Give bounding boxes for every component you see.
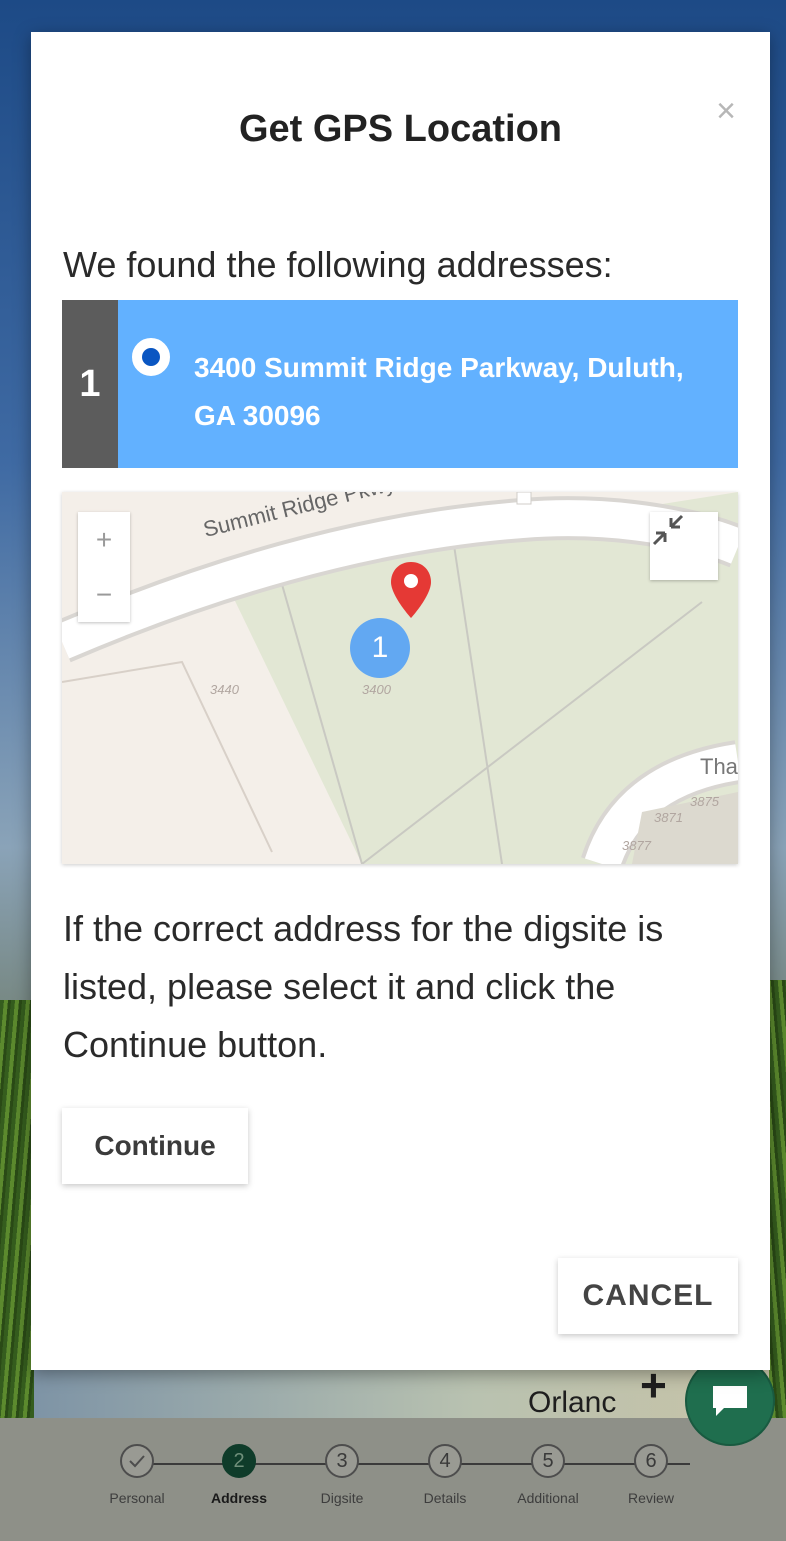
step-digsite[interactable]: 3 Digsite [302, 1444, 382, 1506]
chat-icon [713, 1386, 747, 1416]
step-label: Additional [517, 1490, 579, 1506]
step-number: 3 [325, 1444, 359, 1478]
close-icon[interactable]: × [711, 94, 741, 128]
step-label: Review [628, 1490, 674, 1506]
parcel-label: 3871 [654, 810, 683, 825]
parcel-label: 3875 [690, 794, 719, 809]
step-label: Personal [109, 1490, 165, 1506]
address-index: 1 [62, 300, 118, 468]
step-number: 4 [428, 1444, 462, 1478]
continue-button[interactable]: Continue [62, 1108, 248, 1184]
radio-selected-dot [142, 348, 160, 366]
parcel-label: 3400 [362, 682, 391, 697]
parcel-label: 3877 [622, 838, 651, 853]
step-personal[interactable]: Personal [97, 1444, 177, 1506]
map-cluster-marker[interactable]: 1 [350, 618, 410, 678]
checkmark-icon [120, 1444, 154, 1478]
address-option-1[interactable]: 1 3400 Summit Ridge Parkway, Duluth, GA … [62, 300, 738, 468]
step-label: Address [210, 1490, 268, 1506]
background-grass-left [0, 1000, 34, 1420]
step-number: 5 [531, 1444, 565, 1478]
instructions-text: If the correct address for the digsite i… [63, 908, 664, 1065]
fullscreen-toggle-button[interactable] [650, 512, 718, 580]
cancel-button[interactable]: CANCEL [558, 1258, 738, 1334]
background-grass-right [768, 980, 786, 1420]
background-city-label: Orlanc [528, 1386, 617, 1419]
collapse-fullscreen-icon [652, 514, 684, 546]
address-text: 3400 Summit Ridge Parkway, Duluth, GA 30… [194, 352, 684, 431]
map-canvas [62, 492, 738, 864]
modal-title: Get GPS Location [238, 108, 563, 150]
address-map[interactable]: Summit Ridge Pkwy 3440 3400 3871 3875 38… [62, 492, 738, 864]
step-label: Details [423, 1490, 467, 1506]
address-radio[interactable] [132, 338, 170, 376]
step-review[interactable]: 6 Review [611, 1444, 691, 1506]
map-street-label: Tha [700, 754, 738, 779]
found-addresses-text: We found the following addresses: [63, 244, 613, 285]
zoom-out-button[interactable]: − [78, 567, 130, 622]
step-label: Digsite [320, 1490, 364, 1506]
map-zoom-control: + − [78, 512, 130, 622]
step-number: 6 [634, 1444, 668, 1478]
zoom-in-button[interactable]: + [78, 512, 130, 567]
step-additional[interactable]: 5 Additional [508, 1444, 588, 1506]
step-number: 2 [222, 1444, 256, 1478]
step-address[interactable]: 2 Address [199, 1444, 279, 1506]
parcel-label: 3440 [210, 682, 239, 697]
step-details[interactable]: 4 Details [405, 1444, 485, 1506]
gps-location-modal: Get GPS Location × We found the followin… [31, 32, 770, 1370]
